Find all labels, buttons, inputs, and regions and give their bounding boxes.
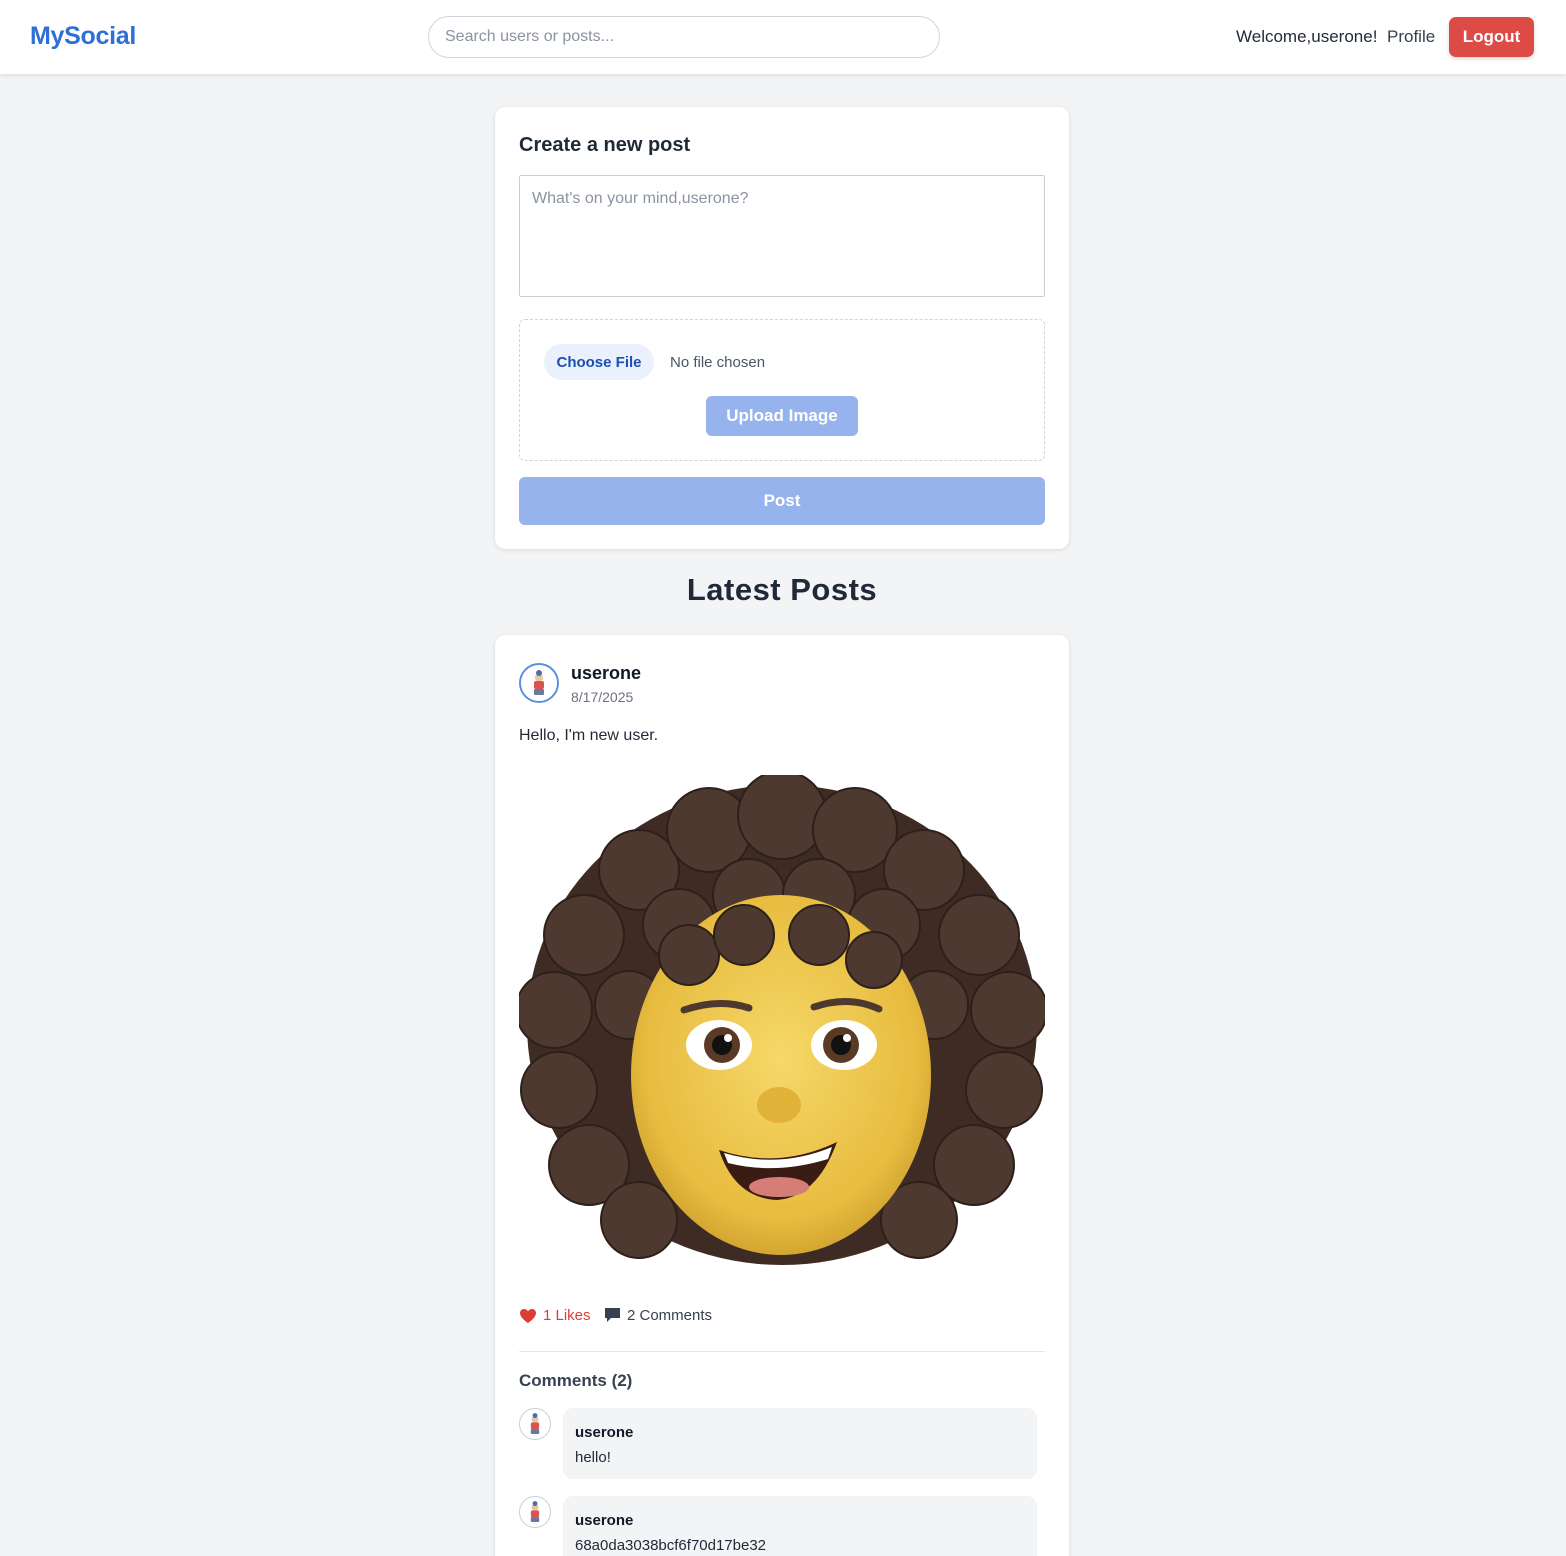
post-submit-button[interactable]: Post	[519, 477, 1045, 525]
top-navbar: MySocial Welcome,userone! Profile Logout	[0, 0, 1566, 74]
image-upload-area: Choose File No file chosen Upload Image	[519, 319, 1045, 461]
comment-avatar[interactable]	[519, 1496, 551, 1528]
search-input[interactable]	[428, 16, 940, 58]
profile-link[interactable]: Profile	[1387, 27, 1435, 47]
feed-title: Latest Posts	[686, 572, 878, 607]
upload-image-button[interactable]: Upload Image	[706, 396, 858, 436]
post-image	[519, 775, 1045, 1265]
comment-author[interactable]: userone	[575, 1512, 633, 1529]
avatar-icon	[520, 1409, 550, 1439]
avatar-icon	[520, 1497, 550, 1527]
comment-text: 68a0da3038bcf6f70d17be32	[575, 1537, 767, 1554]
brand-logo[interactable]: MySocial	[30, 22, 136, 51]
comment-item: userone 68a0da3038bcf6f70d17be32	[563, 1496, 1037, 1556]
comment-text: hello!	[575, 1449, 611, 1466]
heart-icon	[520, 1308, 536, 1323]
like-button[interactable]: 1 Likes	[519, 1307, 591, 1324]
comments-toggle-button[interactable]: 2 Comments	[604, 1307, 712, 1324]
post-card: userone 8/17/2025 Hello, I'm new user. 1…	[495, 635, 1069, 1556]
avatar-icon	[521, 665, 557, 701]
post-author-name[interactable]: userone	[571, 663, 641, 684]
comment-avatar[interactable]	[519, 1408, 551, 1440]
post-body-text: Hello, I'm new user.	[519, 727, 659, 744]
likes-count: 1 Likes	[543, 1307, 591, 1324]
file-status-text: No file chosen	[670, 354, 766, 371]
post-divider	[519, 1351, 1045, 1352]
comment-author[interactable]: userone	[575, 1424, 633, 1441]
logout-button[interactable]: Logout	[1449, 17, 1534, 57]
comment-icon	[605, 1308, 620, 1322]
welcome-text: Welcome,userone!	[1236, 27, 1378, 46]
post-actions: 1 Likes 2 Comments	[519, 1307, 1045, 1329]
post-author-avatar[interactable]	[519, 663, 559, 703]
comment-item: userone hello!	[563, 1408, 1037, 1479]
comments-count: 2 Comments	[627, 1307, 713, 1324]
comments-title: Comments (2)	[519, 1371, 633, 1390]
create-post-title: Create a new post	[519, 134, 691, 156]
create-post-card: Create a new post Choose File No file ch…	[495, 107, 1069, 549]
choose-file-button[interactable]: Choose File	[544, 344, 654, 380]
post-composer-textarea[interactable]	[519, 175, 1045, 297]
post-date: 8/17/2025	[571, 689, 634, 705]
